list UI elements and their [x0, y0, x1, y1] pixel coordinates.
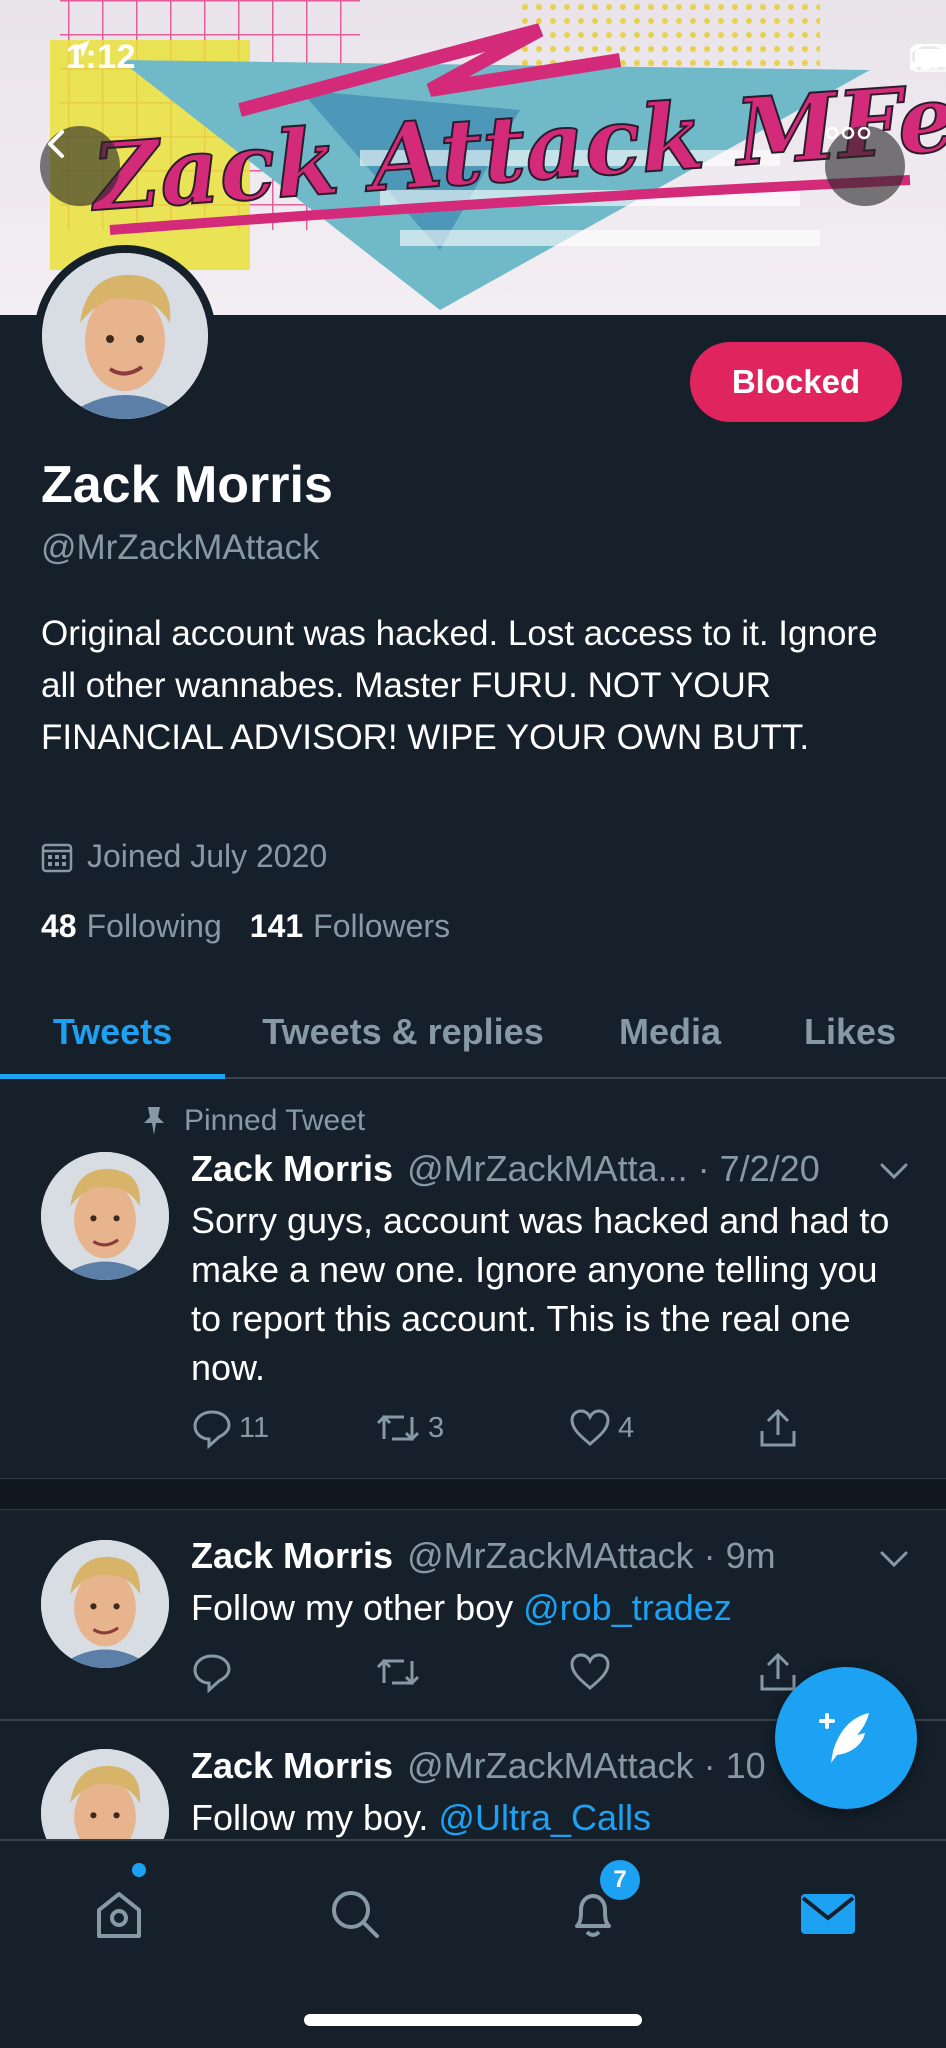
followers-link[interactable]: 141 Followers [250, 908, 450, 945]
following-label: Following [86, 908, 222, 944]
home-unread-dot [132, 1863, 146, 1877]
reply-button[interactable]: 11 [191, 1407, 269, 1449]
retweet-icon [376, 1658, 420, 1686]
chevron-down-icon[interactable] [876, 1153, 912, 1189]
like-button[interactable] [568, 1651, 612, 1693]
nav-search[interactable] [320, 1879, 390, 1949]
home-icon [97, 1892, 141, 1938]
following-count: 48 [41, 908, 77, 944]
tweet-text: Follow my other boy @rob_tradez [191, 1587, 732, 1628]
reply-icon [193, 1654, 231, 1693]
tab-media[interactable]: Media [595, 985, 745, 1079]
tab-likes[interactable]: Likes [780, 985, 920, 1079]
blocked-button[interactable]: Blocked [690, 342, 902, 422]
home-indicator [304, 2014, 642, 2026]
tweet-text: Sorry guys, account was hacked and had t… [191, 1200, 890, 1388]
mail-icon [801, 1894, 855, 1934]
tweet-actions: 11 3 4 [191, 1407, 831, 1457]
section-divider [0, 1478, 946, 1510]
chevron-down-icon[interactable] [876, 1541, 912, 1577]
avatar-image [41, 1540, 169, 1668]
avatar-image [41, 1152, 169, 1280]
joined-date: Joined July 2020 [41, 838, 327, 875]
followers-count: 141 [249, 908, 304, 944]
profile-tabs: Tweets Tweets & replies Media Likes [0, 985, 946, 1079]
reply-button[interactable] [191, 1651, 233, 1693]
tweet-header: Zack Morris @MrZackMAtta... · 7/2/20 [191, 1148, 820, 1190]
profile-bio: Original account was hacked. Lost access… [41, 614, 878, 757]
active-tab-indicator [0, 1074, 225, 1079]
share-icon [760, 1652, 796, 1691]
heart-icon [570, 1409, 610, 1446]
share-button[interactable] [756, 1407, 800, 1449]
more-icon [825, 126, 871, 140]
battery-icon [910, 44, 946, 72]
status-time: 1:12 [66, 38, 137, 76]
back-button[interactable] [40, 126, 120, 206]
nav-home[interactable] [84, 1879, 154, 1949]
retweet-button[interactable]: 3 [374, 1407, 444, 1449]
nav-messages[interactable] [793, 1879, 863, 1949]
profile-name: Zack Morris [41, 456, 333, 514]
tab-tweets[interactable]: Tweets [0, 985, 225, 1079]
tweet-handle-time: @MrZackMAtta... · 7/2/20 [407, 1148, 820, 1189]
pinned-label: Pinned Tweet [140, 1104, 365, 1138]
more-options-button[interactable] [825, 126, 905, 206]
status-bar: 1:12 [0, 0, 946, 120]
retweet-button[interactable] [374, 1651, 422, 1693]
joined-label: Joined July 2020 [87, 838, 328, 874]
followers-label: Followers [313, 908, 451, 944]
following-link[interactable]: 48 Following [41, 908, 222, 945]
tweet-handle-time: @MrZackMAttack · 10 [407, 1745, 766, 1786]
mention-link[interactable]: @rob_tradez [523, 1587, 732, 1628]
tab-tweets-replies[interactable]: Tweets & replies [238, 985, 568, 1079]
notifications-badge: 7 [600, 1860, 640, 1900]
tweet-author-name: Zack Morris [191, 1535, 394, 1576]
profile-avatar[interactable] [34, 245, 216, 427]
search-icon [332, 1891, 379, 1938]
avatar[interactable] [41, 1540, 169, 1668]
heart-icon [570, 1653, 610, 1690]
follow-stats: 48 Following 141 Followers [41, 908, 450, 945]
tweet-header: Zack Morris @MrZackMAttack · 10 [191, 1745, 766, 1787]
retweet-icon [376, 1414, 420, 1442]
profile-handle: @MrZackMAttack [41, 528, 320, 567]
tweet-author-name: Zack Morris [191, 1745, 394, 1786]
tweet-author-name: Zack Morris [191, 1148, 394, 1189]
tweet-handle-time: @MrZackMAttack · 9m [407, 1535, 776, 1576]
mention-link[interactable]: @Ultra_Calls [438, 1797, 651, 1838]
chevron-left-icon [48, 130, 64, 158]
location-arrow-icon [72, 40, 90, 58]
compose-feather-icon [819, 1713, 869, 1763]
compose-tweet-button[interactable] [775, 1667, 917, 1809]
tweet-text: Follow my boy. @Ultra_Calls [191, 1797, 651, 1838]
avatar[interactable] [41, 1152, 169, 1280]
like-button[interactable]: 4 [568, 1407, 634, 1449]
tweet-header: Zack Morris @MrZackMAttack · 9m [191, 1535, 776, 1577]
tweet-actions [191, 1651, 831, 1701]
reply-icon [193, 1410, 231, 1449]
share-icon [760, 1408, 796, 1447]
avatar-image [42, 253, 208, 419]
pin-icon [144, 1107, 164, 1135]
share-button[interactable] [756, 1651, 800, 1693]
calendar-icon [41, 843, 73, 872]
